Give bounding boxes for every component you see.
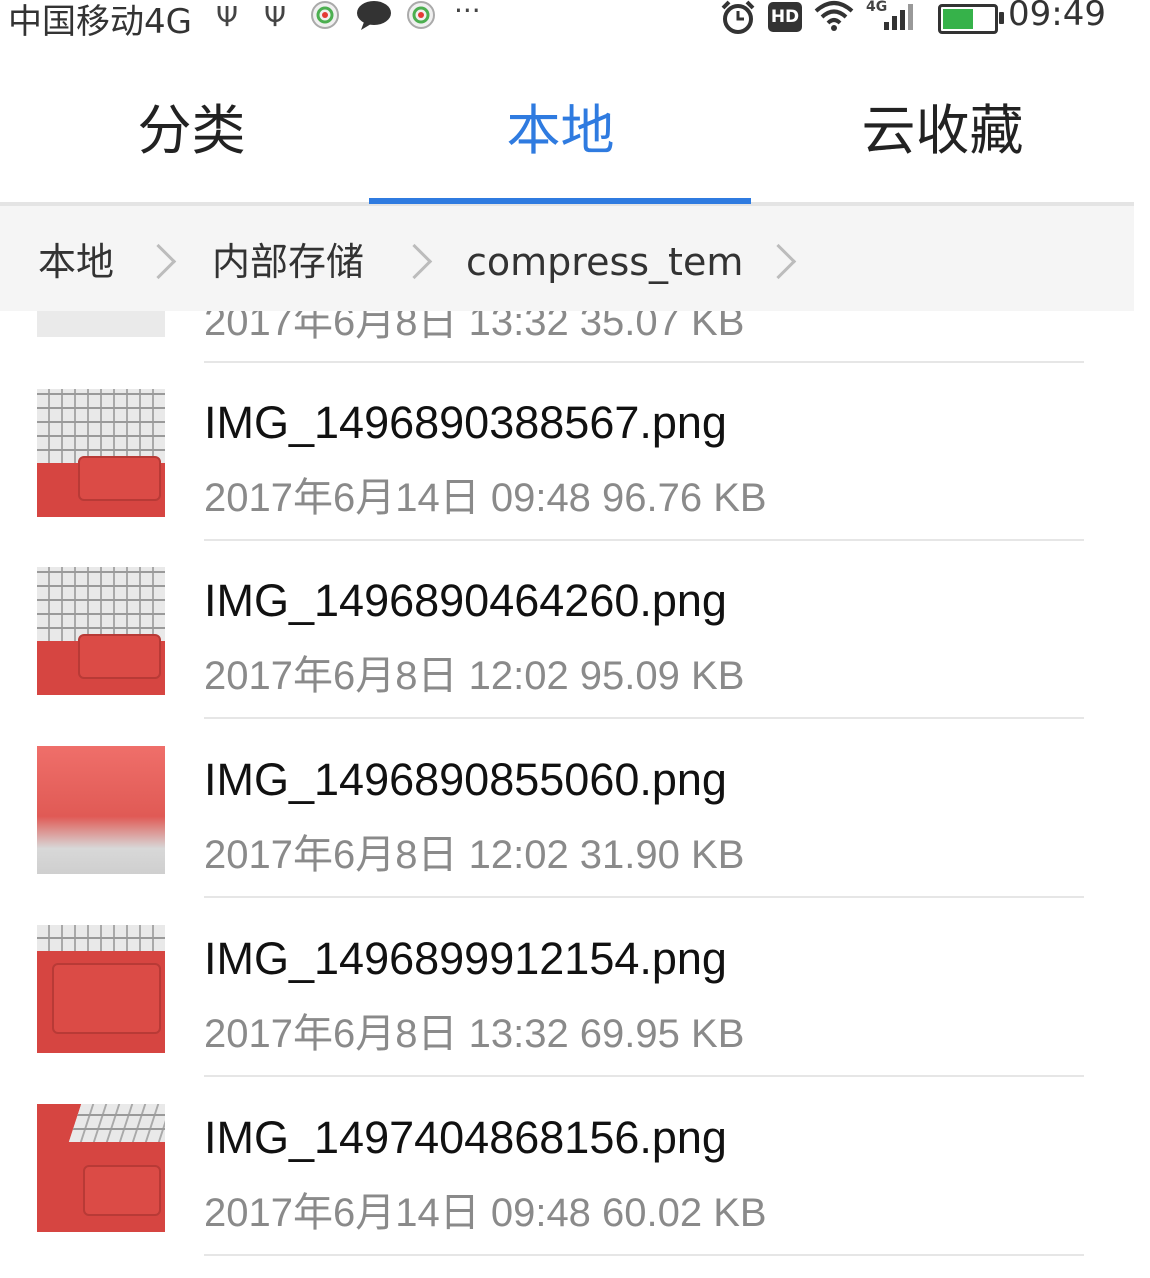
file-thumbnail: [37, 567, 165, 695]
file-thumbnail: [37, 389, 165, 517]
more-icon: ···: [454, 0, 481, 27]
divider: [204, 361, 1084, 363]
chevron-right-icon: [396, 243, 433, 280]
breadcrumb-item-local[interactable]: 本地: [38, 206, 114, 318]
divider: [204, 896, 1084, 898]
list-item[interactable]: IMG_1496890388567.png 2017年6月14日 09:48 9…: [0, 389, 1134, 567]
list-item[interactable]: IMG_1497404868156.png 2017年6月14日 09:48 6…: [0, 1104, 1134, 1278]
tab-cloud[interactable]: 云收藏: [751, 44, 1134, 202]
file-meta: 2017年6月14日 09:48 60.02 KB: [204, 1191, 767, 1235]
file-thumbnail: [37, 925, 165, 1053]
breadcrumb: 本地 内部存储 compress_tem: [0, 206, 1134, 311]
file-meta: 2017年6月8日 12:02 31.90 KB: [204, 833, 745, 877]
list-item[interactable]: IMG_1496890464260.png 2017年6月8日 12:02 95…: [0, 567, 1134, 745]
divider: [204, 1075, 1084, 1077]
file-meta: 2017年6月8日 13:32 35.07 KB: [204, 311, 745, 344]
file-thumbnail: [37, 1104, 165, 1232]
breadcrumb-item-compress-tem[interactable]: compress_tem: [466, 206, 743, 318]
tab-local[interactable]: 本地: [369, 44, 752, 202]
divider: [204, 717, 1084, 719]
file-thumbnail: [37, 311, 165, 337]
alarm-icon: [720, 0, 756, 42]
divider: [204, 539, 1084, 541]
chevron-right-icon: [760, 243, 797, 280]
app-icon: [310, 0, 340, 38]
list-item[interactable]: IMG_1496899912154.png 2017年6月8日 13:32 69…: [0, 925, 1134, 1103]
battery-icon: [938, 4, 1004, 34]
divider: [204, 1254, 1084, 1256]
file-thumbnail: [37, 746, 165, 874]
carrier-label: 中国移动4G: [8, 2, 192, 42]
file-list: 2017年6月8日 13:32 35.07 KB IMG_14968903885…: [0, 311, 1134, 1278]
file-meta: 2017年6月14日 09:48 96.76 KB: [204, 476, 767, 520]
message-icon: [356, 0, 392, 38]
usb-icon: Ψ: [216, 0, 239, 33]
file-name: IMG_1496890855060.png: [204, 754, 727, 805]
file-name: IMG_1497404868156.png: [204, 1112, 727, 1163]
breadcrumb-item-internal-storage[interactable]: 内部存储: [212, 206, 364, 318]
usb-icon: Ψ: [264, 0, 287, 33]
file-name: IMG_1496890464260.png: [204, 575, 727, 626]
hd-badge: HD: [768, 2, 802, 32]
tab-category[interactable]: 分类: [0, 44, 383, 202]
tab-bar: 分类 本地 云收藏: [0, 44, 1134, 206]
signal-icon: [882, 0, 922, 40]
wifi-icon: [814, 0, 854, 40]
active-tab-indicator: [369, 198, 751, 204]
file-name: IMG_1496890388567.png: [204, 397, 727, 448]
file-meta: 2017年6月8日 13:32 69.95 KB: [204, 1012, 745, 1056]
file-name: IMG_1496899912154.png: [204, 933, 727, 984]
clock: 09:49: [1008, 0, 1106, 34]
app-icon: [406, 0, 436, 38]
chevron-right-icon: [140, 243, 177, 280]
list-item[interactable]: IMG_1496890855060.png 2017年6月8日 12:02 31…: [0, 746, 1134, 924]
file-meta: 2017年6月8日 12:02 95.09 KB: [204, 654, 745, 698]
status-bar: 中国移动4G Ψ Ψ ··· HD 4G 09:49: [0, 0, 1134, 42]
